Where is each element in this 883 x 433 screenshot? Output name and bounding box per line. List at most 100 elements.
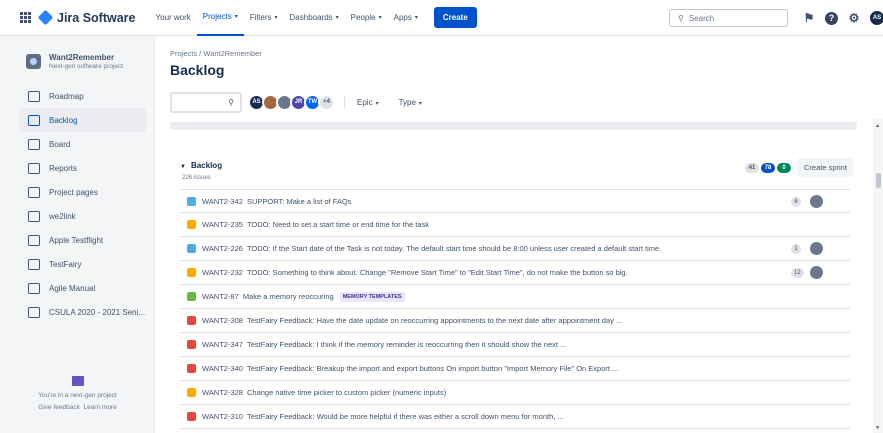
app-switcher-icon[interactable] — [18, 11, 32, 25]
settings-gear-icon[interactable]: ⚙ — [847, 11, 861, 25]
issue-row[interactable]: WANT2-226 TODO: If the Start date of the … — [180, 237, 850, 261]
issue-summary: TestFairy Feedback: I think if the memor… — [246, 340, 567, 349]
chevron-down-icon: ▼ — [180, 164, 186, 170]
story-type-icon — [187, 292, 196, 301]
issue-row[interactable]: WANT2-347 TestFairy Feedback: I think if … — [180, 333, 850, 357]
issue-key[interactable]: WANT2-308 — [202, 316, 243, 325]
create-sprint-button[interactable]: Create sprint — [797, 158, 854, 177]
backlog-search-input[interactable]: ⚲ — [170, 91, 242, 113]
issue-key[interactable]: WANT2-347 — [202, 340, 243, 349]
sidebar-item-label: we2link — [49, 211, 76, 221]
issue-row[interactable]: WANT2-340 TestFairy Feedback: Breakup the… — [180, 357, 850, 381]
filter-type-dropdown[interactable]: Type ▾ — [399, 98, 422, 107]
jira-logo-icon — [37, 9, 54, 26]
issue-row[interactable]: WANT2-342 SUPPORT: Make a list of FAQs 6 — [180, 189, 850, 213]
issue-row[interactable]: WANT2-235 TODO: Need to set a start time … — [180, 213, 850, 237]
vertical-scrollbar[interactable]: ▲ ▼ — [873, 119, 883, 433]
sidebar-item-testfairy[interactable]: TestFairy — [19, 252, 146, 276]
status-count-badge: 0 — [777, 162, 791, 173]
issue-row[interactable]: WANT2-87 Make a memory reoccuring MEMORY T… — [180, 285, 850, 309]
issue-key[interactable]: WANT2-232 — [202, 268, 243, 277]
user-avatar[interactable]: AS — [870, 11, 883, 25]
backlog-issue-count: 226 issues — [182, 175, 211, 181]
issue-row[interactable]: WANT2-310 TestFairy Feedback: Would be mo… — [180, 405, 850, 429]
chevron-down-icon: ▾ — [375, 100, 379, 107]
scroll-down-icon[interactable]: ▼ — [875, 425, 880, 431]
issue-row[interactable]: WANT2-232 TODO: Something to think about.… — [180, 261, 850, 285]
help-icon[interactable]: ? — [825, 11, 838, 25]
issue-key[interactable]: WANT2-87 — [202, 292, 239, 301]
sidebar-item-roadmap[interactable]: Roadmap — [19, 84, 146, 108]
nav-item-projects[interactable]: Projects ▾ — [196, 0, 244, 36]
assignee-avatar[interactable] — [810, 266, 823, 279]
todo-type-icon — [187, 268, 196, 277]
sidebar-item-agile-manual[interactable]: Agile Manual — [19, 276, 146, 300]
story-points-badge: 6 — [791, 197, 801, 207]
issue-key[interactable]: WANT2-340 — [202, 364, 243, 373]
project-header[interactable]: Want2Remember Next-gen software project — [0, 36, 154, 70]
external-link-icon — [28, 282, 40, 294]
breadcrumb[interactable]: Projects / Want2Remember — [170, 49, 262, 58]
issue-summary: SUPPORT: Make a list of FAQs — [246, 196, 352, 206]
search-input[interactable]: ⚲ Search — [669, 9, 788, 27]
sidebar-item-project-pages[interactable]: Project pages — [19, 180, 146, 204]
issue-key[interactable]: WANT2-328 — [202, 388, 243, 397]
nav-item-your-work[interactable]: Your work — [150, 0, 197, 36]
backlog-icon — [28, 114, 40, 126]
give-feedback-link[interactable]: Give feedback — [38, 404, 80, 411]
todo-type-icon — [187, 220, 196, 229]
chevron-down-icon: ▾ — [414, 15, 418, 21]
issue-key[interactable]: WANT2-235 — [202, 220, 243, 229]
issue-row[interactable]: WANT2-308 TestFairy Feedback: Have the da… — [180, 309, 850, 333]
learn-more-link[interactable]: Learn more — [83, 404, 116, 411]
sidebar-item-label: TestFairy — [49, 259, 82, 269]
issue-row[interactable]: WANT2-328 Change native time picker to cu… — [180, 381, 850, 405]
external-link-icon — [28, 306, 40, 318]
roadmap-icon — [28, 90, 40, 102]
top-right-icons: ⚑ ? ⚙ AS — [802, 11, 883, 25]
scroll-up-icon[interactable]: ▲ — [875, 123, 880, 129]
project-sidebar: Want2Remember Next-gen software project … — [0, 36, 155, 433]
assignee-avatar[interactable]: +4 — [318, 93, 335, 111]
sidebar-item-we2link[interactable]: we2link — [19, 204, 146, 228]
issue-key[interactable]: WANT2-226 — [202, 244, 243, 253]
issue-key[interactable]: WANT2-342 — [202, 197, 243, 206]
next-gen-text: You're in a next-gen project — [38, 392, 117, 399]
status-pills: 41 78 0 — [745, 162, 793, 173]
nav-item-filters[interactable]: Filters ▾ — [244, 0, 284, 36]
issue-summary: TestFairy Feedback: Would be more helpfu… — [246, 412, 564, 421]
scrollbar-thumb[interactable] — [876, 173, 881, 188]
sidebar-item-label: Roadmap — [49, 91, 84, 101]
issue-key[interactable]: WANT2-310 — [202, 412, 243, 421]
epic-badge[interactable]: MEMORY TEMPLATES — [339, 291, 405, 302]
board-icon — [28, 138, 40, 150]
backlog-toggle[interactable]: ▼ Backlog — [180, 161, 222, 170]
horizontal-scrollbar[interactable] — [170, 122, 857, 130]
backlog-actions: 41 78 0 Create sprint — [745, 158, 854, 177]
assignee-avatar[interactable] — [810, 195, 823, 208]
filter-label: Type — [398, 97, 416, 107]
nav-label: Apps — [393, 13, 412, 22]
filter-label: Epic — [357, 97, 373, 107]
task-type-icon — [187, 244, 196, 253]
filter-epic-dropdown[interactable]: Epic ▾ — [357, 98, 379, 107]
nav-label: Your work — [155, 13, 191, 22]
nav-item-people[interactable]: People ▾ — [345, 0, 388, 36]
assignee-avatar[interactable] — [810, 242, 823, 255]
sidebar-item-board[interactable]: Board — [19, 132, 146, 156]
project-type: Next-gen software project — [49, 63, 124, 70]
filter-bar: ⚲ AS JR TW +4 Epic ▾ Type ▾ — [170, 91, 442, 113]
bug-type-icon — [187, 316, 196, 325]
sidebar-item-backlog[interactable]: Backlog — [19, 108, 146, 132]
sidebar-item-reports[interactable]: Reports — [19, 156, 146, 180]
notifications-icon[interactable]: ⚑ — [802, 11, 816, 25]
nav-item-apps[interactable]: Apps ▾ — [388, 0, 424, 36]
create-button[interactable]: Create — [433, 7, 477, 28]
nav-item-dashboards[interactable]: Dashboards ▾ — [284, 0, 345, 36]
sidebar-item-apple-testflight[interactable]: Apple Testflight — [19, 228, 146, 252]
sidebar-item-csula-2020-2021-seni[interactable]: CSULA 2020 - 2021 Seni... — [19, 300, 146, 324]
main-nav: Your work Projects ▾ Filters ▾ Dashboards ▾ Peo… — [150, 0, 424, 36]
issue-summary: TestFairy Feedback: Have the date update… — [246, 316, 623, 325]
jira-logo[interactable]: Jira Software — [37, 9, 136, 26]
code-icon — [28, 210, 40, 222]
